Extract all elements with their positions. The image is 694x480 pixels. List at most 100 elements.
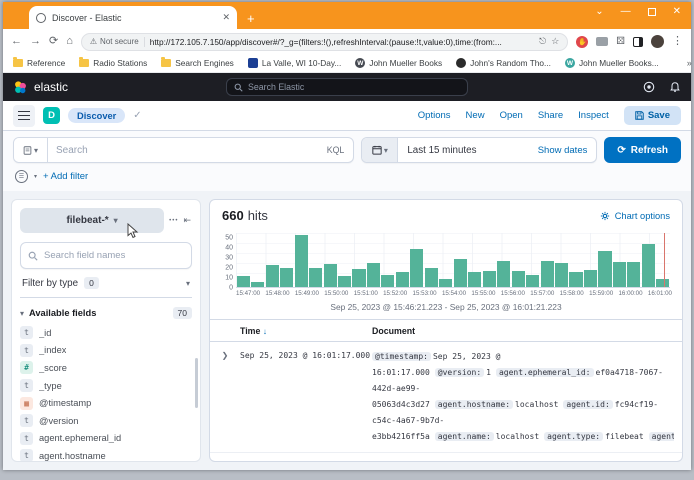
histogram-bar[interactable] — [396, 272, 409, 287]
back-icon[interactable]: ← — [11, 36, 22, 47]
adblock-extension-icon[interactable]: ✋ — [576, 36, 588, 48]
space-badge[interactable]: D — [43, 107, 60, 124]
field-item[interactable]: t@version — [20, 412, 192, 430]
forward-icon[interactable]: → — [30, 36, 41, 47]
tab-close-icon[interactable]: ✕ — [222, 12, 230, 23]
field-item[interactable]: t_index — [20, 342, 192, 360]
chrome-menu-icon[interactable]: ⋮ — [672, 36, 683, 47]
field-item[interactable]: ▦@timestamp — [20, 394, 192, 412]
nav-menu-icon[interactable] — [13, 105, 35, 127]
histogram-bar[interactable] — [381, 275, 394, 287]
toolbar-action-open[interactable]: Open — [500, 110, 523, 121]
histogram-bar[interactable] — [497, 261, 510, 288]
close-button[interactable]: ✕ — [673, 6, 681, 17]
kql-button[interactable]: KQL — [318, 138, 354, 162]
toolbar-action-inspect[interactable]: Inspect — [578, 110, 609, 121]
bookmark-item[interactable]: John's Random Tho... — [456, 58, 551, 68]
side-panel-icon[interactable] — [633, 37, 643, 47]
add-filter-button[interactable]: + Add filter — [43, 171, 88, 182]
time-range-value[interactable]: Last 15 minutes — [398, 138, 528, 162]
available-fields-header[interactable]: ▾ Available fields 70 — [20, 298, 192, 324]
bookmark-item[interactable]: La Valle, WI 10-Day... — [248, 58, 341, 68]
new-tab-button[interactable]: + — [247, 12, 255, 25]
histogram-bar[interactable] — [512, 271, 525, 287]
bookmark-item[interactable]: Search Engines — [161, 58, 234, 68]
saved-query-menu-button[interactable]: ▾ — [14, 138, 48, 162]
histogram-bar[interactable] — [425, 268, 438, 287]
share-icon[interactable]: ⎋ — [539, 37, 546, 46]
histogram-bar[interactable] — [541, 261, 554, 288]
histogram-bar[interactable] — [454, 259, 467, 287]
home-icon[interactable]: ⌂ — [66, 36, 73, 47]
expand-row-icon[interactable]: ❯ — [210, 349, 240, 445]
doc-field-name[interactable]: agent.ephemeral_id: — [496, 368, 594, 377]
field-item[interactable]: tagent.hostname — [20, 447, 192, 462]
filter-menu-icon[interactable]: ☰ — [15, 170, 28, 183]
histogram-bar[interactable] — [627, 262, 640, 287]
doc-field-name[interactable]: agent.type: — [544, 432, 603, 441]
window-menu-icon[interactable]: ⌄ — [595, 6, 603, 17]
bookmark-item[interactable]: WJohn Mueller Books — [355, 58, 442, 68]
toolbar-action-options[interactable]: Options — [418, 110, 451, 121]
histogram-bar[interactable] — [410, 249, 423, 287]
alerts-bell-icon[interactable] — [669, 81, 681, 93]
field-search-input[interactable]: Search field names — [20, 242, 192, 269]
global-search-box[interactable]: Search Elastic — [226, 78, 468, 96]
histogram-bar[interactable] — [439, 279, 452, 287]
collapse-sidebar-icon[interactable]: ⇤ — [183, 215, 192, 226]
not-secure-warning[interactable]: ⚠Not secure — [90, 37, 139, 46]
histogram-bar[interactable] — [584, 270, 597, 287]
field-item[interactable]: t_type — [20, 377, 192, 395]
doc-field-name[interactable]: agent.version: — [649, 432, 674, 441]
histogram-bar[interactable] — [468, 272, 481, 287]
doc-field-name[interactable]: @timestamp: — [372, 352, 431, 361]
chart-options-button[interactable]: Chart options — [600, 211, 670, 221]
breadcrumb[interactable]: Discover — [68, 108, 125, 123]
show-dates-button[interactable]: Show dates — [529, 138, 597, 162]
toolbar-action-share[interactable]: Share — [538, 110, 563, 121]
histogram-bar[interactable] — [613, 262, 626, 287]
histogram-bar[interactable] — [483, 271, 496, 287]
histogram-bar[interactable] — [598, 251, 611, 287]
omnibox[interactable]: ⚠Not secure http://172.105.7.150/app/dis… — [81, 33, 568, 51]
expand-row-icon[interactable]: ❯ — [210, 460, 240, 461]
reload-icon[interactable]: ⟳ — [49, 36, 58, 47]
doc-field-name[interactable]: @version: — [435, 368, 484, 377]
profile-avatar[interactable] — [651, 35, 664, 48]
toolbar-action-new[interactable]: New — [466, 110, 485, 121]
histogram-bar[interactable] — [295, 235, 308, 287]
bookmarks-overflow-icon[interactable]: » — [687, 58, 692, 68]
screenshot-extension-icon[interactable] — [596, 37, 608, 46]
index-pattern-selector[interactable]: filebeat-* ▾ — [20, 208, 164, 233]
histogram-bar[interactable] — [367, 263, 380, 287]
sort-desc-icon[interactable]: ↓ — [263, 327, 267, 336]
histogram-chart[interactable]: 01020304050 — [210, 227, 682, 288]
filter-by-type-select[interactable]: Filter by type 0 ▾ — [20, 269, 192, 298]
bookmark-item[interactable]: WJohn Mueller Books... — [565, 58, 659, 68]
index-pattern-options-icon[interactable]: ••• — [169, 218, 178, 224]
histogram-bar[interactable] — [526, 275, 539, 287]
date-quick-select-button[interactable]: ▾ — [362, 138, 398, 162]
bookmark-star-icon[interactable]: ☆ — [551, 37, 559, 46]
elastic-logo[interactable]: elastic — [13, 80, 68, 95]
doc-field-name[interactable]: agent.id: — [563, 400, 612, 409]
histogram-bar[interactable] — [324, 264, 337, 287]
histogram-bar[interactable] — [569, 272, 582, 287]
field-item[interactable]: #_score — [20, 359, 192, 377]
histogram-bar[interactable] — [338, 276, 351, 287]
doc-field-name[interactable]: agent.hostname: — [435, 400, 513, 409]
refresh-button[interactable]: ⟳ Refresh — [604, 137, 681, 163]
histogram-bar[interactable] — [237, 276, 250, 287]
search-query-input[interactable]: Search — [48, 138, 318, 162]
histogram-bar[interactable] — [555, 263, 568, 287]
histogram-bar[interactable] — [280, 268, 293, 287]
help-icon[interactable] — [643, 81, 655, 93]
field-item[interactable]: tagent.ephemeral_id — [20, 430, 192, 448]
maximize-button[interactable] — [648, 8, 656, 16]
bookmark-item[interactable]: Reference — [13, 58, 65, 68]
time-column-header[interactable]: Time ↓ — [240, 326, 372, 336]
bookmark-item[interactable]: Radio Stations — [79, 58, 147, 68]
histogram-bar[interactable] — [251, 282, 264, 287]
field-item[interactable]: t_id — [20, 324, 192, 342]
browser-tab[interactable]: Discover - Elastic ✕ — [29, 6, 237, 29]
